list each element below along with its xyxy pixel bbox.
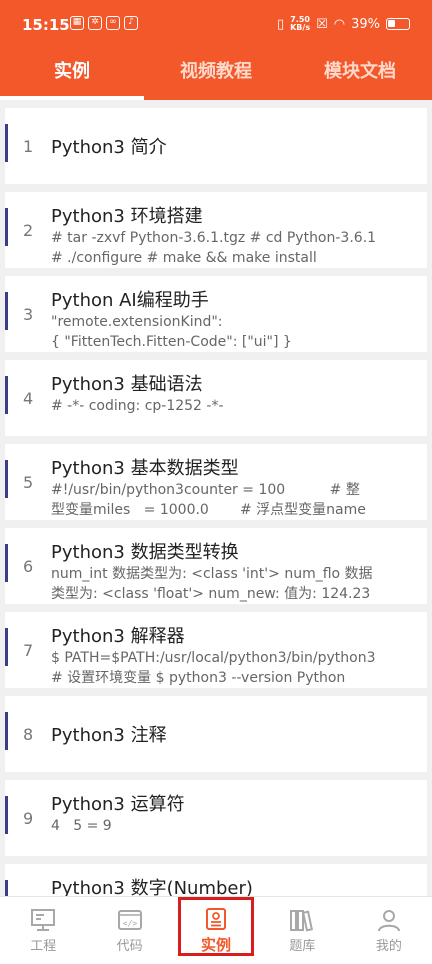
wifi-icon: ◠ (333, 16, 346, 32)
item-accent-bar (5, 292, 8, 330)
item-number: 7 (23, 640, 34, 660)
item-accent-bar (5, 880, 8, 896)
nav-mine[interactable]: 我的 (346, 897, 432, 964)
item-title: Python3 数字(Number) (51, 878, 253, 896)
status-right: ▯ 7.50 KB/s ☒ ◠ 39% (277, 16, 410, 32)
item-number: 3 (23, 304, 34, 324)
list-item[interactable]: 6 Python3 数据类型转换 num_int 数据类型为: <class 'in… (5, 528, 427, 604)
person-icon (377, 910, 400, 932)
list-item[interactable]: 10 Python3 数字(Number) (5, 864, 427, 896)
speed-unit: KB/s (290, 23, 311, 32)
tab-examples[interactable]: 实例 (0, 48, 144, 100)
item-number: 9 (23, 808, 34, 828)
item-description: #!/usr/bin/python3counter = 100 # 整 型变量m… (51, 482, 366, 518)
item-number: 5 (23, 472, 34, 492)
item-description: $ PATH=$PATH:/usr/local/python3/bin/pyth… (51, 650, 376, 686)
item-title: Python AI编程助手 (51, 290, 209, 311)
top-tabs: 实例 视频教程 模块文档 (0, 48, 432, 100)
item-title: Python3 解释器 (51, 626, 185, 647)
item-title: Python3 运算符 (51, 794, 185, 815)
item-number: 1 (23, 136, 34, 156)
item-accent-bar (5, 124, 8, 162)
selection-highlight (177, 897, 255, 956)
nav-label: 题库 (289, 939, 316, 954)
item-title: Python3 基础语法 (51, 374, 203, 395)
nav-question-bank[interactable]: 题库 (259, 897, 345, 964)
list-item[interactable]: 4 Python3 基础语法 # -*- coding: cp-1252 -*- (5, 360, 427, 436)
link-notification-icon: ∞ (106, 16, 120, 30)
list-item[interactable]: 9 Python3 运算符 4 5 = 9 (5, 780, 427, 856)
code-icon: </> (117, 910, 142, 930)
item-accent-bar (5, 796, 8, 834)
item-description: "remote.extensionKind": { "FittenTech.Fi… (51, 314, 292, 350)
item-title: Python3 简介 (51, 137, 167, 158)
gear-notification-icon: ✲ (88, 16, 102, 30)
list-item[interactable]: 2 Python3 环境搭建 # tar -zxvf Python-3.6.1.tg… (5, 192, 427, 268)
item-description: 4 5 = 9 (51, 818, 112, 834)
books-icon (290, 910, 314, 932)
status-bar: 15:15 ▦ ✲ ∞ ♪ ▯ 7.50 KB/s ☒ ◠ 39% (0, 0, 432, 48)
vibrate-icon: ▯ (276, 16, 285, 32)
nav-project[interactable]: 工程 (0, 897, 86, 964)
example-list[interactable]: 1 Python3 简介 2 Python3 环境搭建 # tar -zxvf Pyt… (0, 100, 432, 896)
item-description: # -*- coding: cp-1252 -*- (51, 398, 224, 414)
app-notification-icon: ▦ (70, 16, 84, 30)
item-title: Python3 注释 (51, 725, 167, 746)
tab-video-tutorials[interactable]: 视频教程 (144, 48, 288, 100)
item-number: 6 (23, 556, 34, 576)
bottom-navigation: 工程 </> 代码 实例 题库 我的 (0, 896, 432, 964)
top-header: 15:15 ▦ ✲ ∞ ♪ ▯ 7.50 KB/s ☒ ◠ 39% 实例 视频教… (0, 0, 432, 100)
list-item[interactable]: 7 Python3 解释器 $ PATH=$PATH:/usr/local/pyth… (5, 612, 427, 688)
notification-icons: ▦ ✲ ∞ ♪ (70, 16, 138, 30)
nav-label: 代码 (116, 939, 143, 954)
nav-code[interactable]: </> 代码 (86, 897, 172, 964)
list-item[interactable]: 3 Python AI编程助手 "remote.extensionKind": { … (5, 276, 427, 352)
item-accent-bar (5, 712, 8, 750)
sim-icon: ☒ (316, 16, 328, 32)
item-title: Python3 数据类型转换 (51, 542, 239, 563)
item-number: 2 (23, 220, 34, 240)
nav-label: 我的 (375, 939, 402, 954)
item-description: num_int 数据类型为: <class 'int'> num_flo 数据 … (51, 566, 373, 602)
nav-examples[interactable]: 实例 (173, 897, 259, 964)
item-number: 8 (23, 724, 34, 744)
item-description: # tar -zxvf Python-3.6.1.tgz # cd Python… (51, 230, 377, 266)
nav-label: 工程 (30, 939, 57, 954)
item-number: 10 (23, 884, 43, 896)
item-accent-bar (5, 460, 8, 498)
item-accent-bar (5, 544, 8, 582)
item-accent-bar (5, 628, 8, 666)
battery-percent: 39% (351, 16, 380, 32)
battery-icon (386, 18, 410, 30)
item-title: Python3 环境搭建 (51, 206, 203, 227)
item-accent-bar (5, 208, 8, 246)
tiktok-notification-icon: ♪ (124, 16, 138, 30)
list-item[interactable]: 5 Python3 基本数据类型 #!/usr/bin/python3counter… (5, 444, 427, 520)
item-title: Python3 基本数据类型 (51, 458, 239, 479)
svg-text:</>: </> (122, 919, 137, 928)
network-speed: 7.50 KB/s (290, 16, 310, 32)
item-accent-bar (5, 376, 8, 414)
tab-module-docs[interactable]: 模块文档 (288, 48, 432, 100)
list-item[interactable]: 8 Python3 注释 (5, 696, 427, 772)
monitor-icon (31, 909, 56, 931)
status-time: 15:15 (22, 16, 70, 34)
list-item[interactable]: 1 Python3 简介 (5, 108, 427, 184)
item-number: 4 (23, 388, 34, 408)
